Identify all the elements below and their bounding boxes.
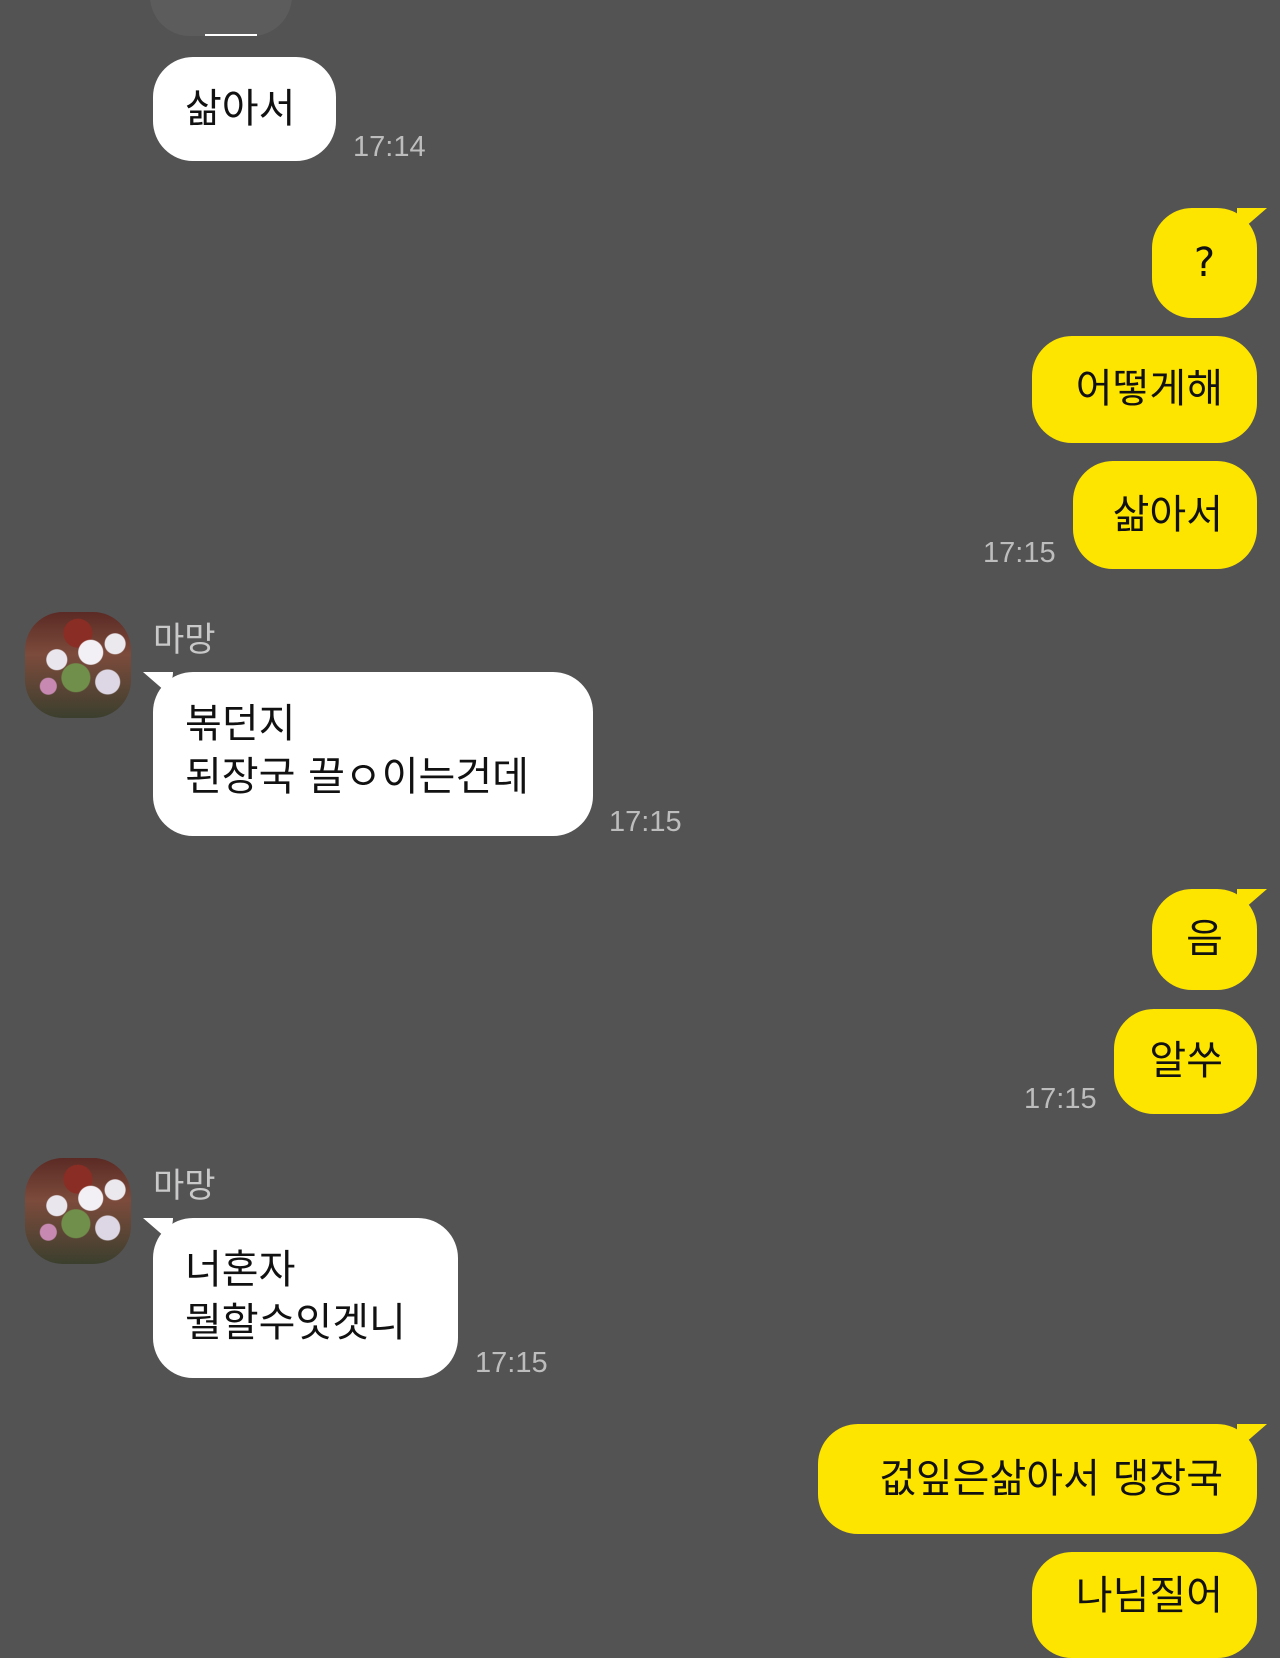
outgoing-message-bubble[interactable]: 나님질어 [1032,1552,1257,1658]
sender-name: 마망 [153,620,216,660]
incoming-message-bubble[interactable]: 너혼자 뭘할수잇겟니 [153,1218,458,1378]
previous-message-underline [205,34,257,36]
incoming-message-bubble[interactable]: 삶아서 [153,57,336,161]
chat-area[interactable]: 삶아서 17:14 ? 어떻게해 삶아서 17:15 마망 볶던지 된장국 끌ㅇ… [0,0,1280,1658]
outgoing-message-bubble[interactable]: 알쑤 [1114,1009,1257,1114]
message-timestamp: 17:15 [983,537,1056,569]
message-timestamp: 17:15 [1024,1083,1097,1115]
sender-name: 마망 [153,1166,216,1206]
outgoing-message-bubble[interactable]: 삶아서 [1073,461,1257,569]
incoming-message-bubble[interactable]: 볶던지 된장국 끌ㅇ이는건데 [153,672,593,836]
message-timestamp: 17:15 [475,1347,548,1379]
outgoing-message-bubble[interactable]: 어떻게해 [1032,336,1257,443]
sender-avatar[interactable] [25,1158,131,1264]
sender-avatar[interactable] [25,612,131,718]
message-timestamp: 17:14 [353,131,426,163]
message-timestamp: 17:15 [609,806,682,838]
previous-message-partial [150,0,292,36]
outgoing-message-bubble[interactable]: 겂잎은삶아서 댕장국 [818,1424,1257,1534]
outgoing-message-bubble[interactable]: 음 [1152,889,1257,990]
outgoing-message-bubble[interactable]: ? [1152,208,1257,318]
